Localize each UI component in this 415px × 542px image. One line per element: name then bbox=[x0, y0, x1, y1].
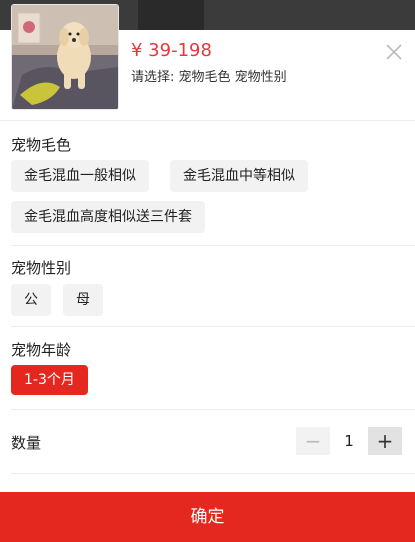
option-color-general[interactable]: 金毛混血一般相似 bbox=[11, 160, 149, 192]
option-gender-male[interactable]: 公 bbox=[11, 284, 51, 316]
option-gender-female[interactable]: 母 bbox=[63, 284, 103, 316]
quantity-minus-button[interactable]: − bbox=[296, 427, 330, 455]
quantity-plus-button[interactable]: + bbox=[368, 427, 402, 455]
price-range: ¥ 39-198 bbox=[131, 40, 212, 61]
option-color-high[interactable]: 金毛混血高度相似送三件套 bbox=[11, 201, 205, 233]
section-title-color: 宠物毛色 bbox=[11, 136, 72, 154]
selection-prompt: 请选择: 宠物毛色 宠物性别 bbox=[131, 70, 287, 85]
close-icon[interactable] bbox=[384, 42, 404, 62]
option-age-1-3-months[interactable]: 1-3个月 bbox=[11, 365, 88, 395]
quantity-value[interactable]: 1 bbox=[330, 427, 368, 455]
confirm-button[interactable]: 确定 bbox=[0, 492, 415, 542]
divider bbox=[11, 409, 415, 410]
quantity-label: 数量 bbox=[11, 434, 42, 452]
background-image bbox=[138, 0, 204, 30]
section-title-gender: 宠物性别 bbox=[11, 259, 72, 277]
option-color-medium[interactable]: 金毛混血中等相似 bbox=[170, 160, 308, 192]
divider bbox=[0, 120, 415, 121]
puppy-photo bbox=[12, 5, 118, 109]
divider bbox=[11, 326, 415, 327]
section-title-age: 宠物年龄 bbox=[11, 341, 72, 359]
divider bbox=[11, 473, 415, 474]
product-image bbox=[11, 4, 119, 110]
divider bbox=[11, 245, 415, 246]
